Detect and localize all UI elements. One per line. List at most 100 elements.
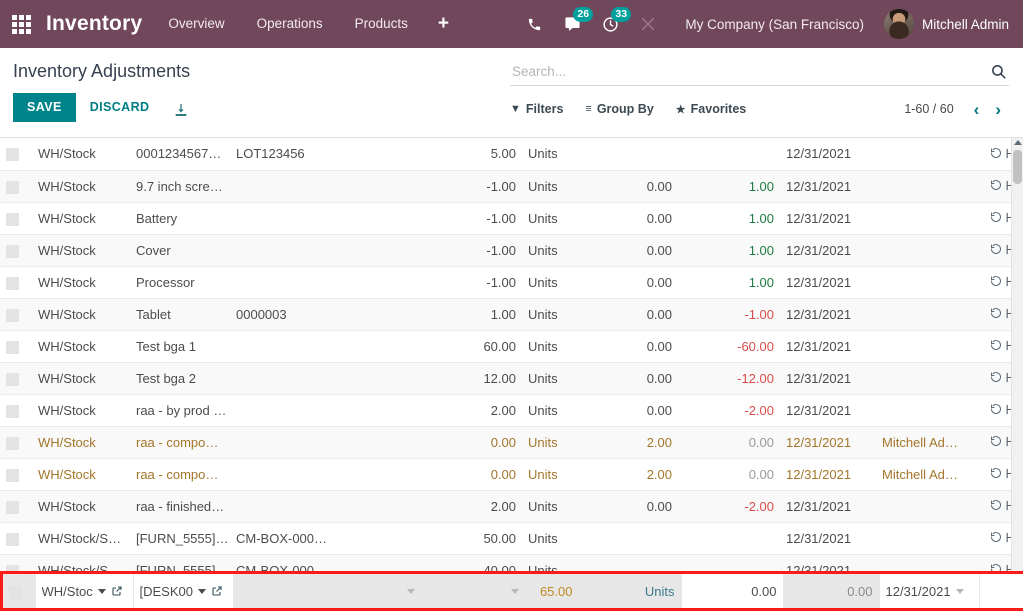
edit-lot-field[interactable] — [233, 574, 421, 608]
row-checkbox[interactable] — [6, 309, 19, 322]
search-bar[interactable] — [510, 58, 1009, 86]
cell-scheduled-date: 12/31/2021 — [780, 170, 876, 202]
user-menu[interactable]: Mitchell Admin — [878, 9, 1011, 39]
row-checkbox-cell — [0, 426, 32, 458]
table-row[interactable]: WH/StockTest bga 160.00Units0.00-60.0012… — [0, 330, 1023, 362]
cell-location: WH/Stock — [32, 266, 130, 298]
row-checkbox[interactable] — [6, 373, 19, 386]
nav-menu-overview[interactable]: Overview — [152, 0, 240, 48]
edit-difference-cell: 0.00 — [783, 574, 879, 608]
table-row[interactable]: WH/Stock/S…[FURN_5555]…CM-BOX-000…50.00U… — [0, 522, 1023, 554]
caret-down-icon[interactable] — [198, 589, 206, 594]
row-checkbox[interactable] — [6, 533, 19, 546]
app-brand-inventory[interactable]: Inventory — [40, 12, 152, 36]
row-checkbox[interactable] — [6, 181, 19, 194]
filters-dropdown[interactable]: ▼ Filters — [510, 102, 585, 116]
edit-product-field[interactable]: [DESK00 — [133, 574, 233, 608]
scroll-up-arrow-icon[interactable] — [1014, 140, 1022, 145]
row-checkbox-cell — [0, 330, 32, 362]
table-row[interactable]: WH/Stockraa - finished…2.00Units0.00-2.0… — [0, 490, 1023, 522]
pager-next-icon[interactable]: › — [987, 101, 1009, 118]
vertical-scrollbar[interactable] — [1011, 138, 1023, 611]
discard-button[interactable]: DISCARD — [76, 93, 164, 122]
table-row[interactable]: WH/Stockraa - by prod …2.00Units0.00-2.0… — [0, 394, 1023, 426]
row-checkbox[interactable] — [6, 213, 19, 226]
cell-product: raa - compo… — [130, 458, 230, 490]
edit-user-field[interactable] — [979, 574, 1023, 608]
cell-difference: -2.00 — [678, 490, 780, 522]
apps-grid-icon[interactable] — [8, 11, 34, 37]
cell-uom: Units — [522, 202, 576, 234]
row-checkbox[interactable] — [9, 586, 22, 599]
row-checkbox[interactable] — [6, 405, 19, 418]
editable-new-row[interactable]: WH/Stoc [DESK00 — [0, 571, 1023, 611]
cell-user: Mitchell Ad… — [876, 458, 976, 490]
cell-user — [876, 170, 976, 202]
activities-clock-icon[interactable]: 33 — [591, 0, 629, 48]
difference-value: 1.00 — [749, 275, 774, 290]
difference-value: -2.00 — [744, 403, 774, 418]
cell-scheduled-date: 12/31/2021 — [780, 490, 876, 522]
cell-lot-serial — [230, 170, 418, 202]
row-checkbox[interactable] — [6, 277, 19, 290]
table-row[interactable]: WH/Stock0001234567…LOT1234565.00Units12/… — [0, 138, 1023, 170]
history-icon — [990, 147, 1002, 159]
cell-counted-quantity — [576, 138, 678, 170]
favorites-dropdown[interactable]: ★ Favorites — [676, 102, 768, 116]
table-row[interactable]: WH/Stockraa - compo…0.00Units2.000.0012/… — [0, 426, 1023, 458]
save-button[interactable]: SAVE — [13, 93, 76, 122]
group-by-dropdown[interactable]: ≡ Group By — [585, 102, 675, 116]
difference-value: 1.00 — [749, 179, 774, 194]
row-checkbox[interactable] — [6, 148, 19, 161]
row-checkbox[interactable] — [6, 245, 19, 258]
wrench-icon[interactable] — [629, 0, 667, 48]
search-input[interactable] — [510, 64, 990, 79]
pager-previous-icon[interactable]: ‹ — [966, 101, 988, 118]
edit-counted-field[interactable]: 0.00 — [681, 574, 783, 608]
nav-add-icon[interactable]: + — [424, 0, 463, 48]
cell-difference: -60.00 — [678, 330, 780, 362]
row-checkbox[interactable] — [6, 501, 19, 514]
star-icon: ★ — [676, 103, 686, 116]
table-row[interactable]: WH/StockCover-1.00Units0.001.0012/31/202… — [0, 234, 1023, 266]
messages-icon[interactable]: 26 — [553, 0, 591, 48]
caret-down-icon[interactable] — [407, 589, 415, 594]
caret-down-icon[interactable] — [511, 589, 519, 594]
import-icon[interactable] — [163, 98, 199, 118]
cell-uom: Units — [522, 266, 576, 298]
external-link-icon[interactable] — [111, 585, 123, 597]
cell-location: WH/Stock — [32, 458, 130, 490]
search-icon[interactable] — [990, 63, 1009, 80]
edit-date-field[interactable]: 12/31/2021 — [879, 574, 979, 608]
caret-down-icon[interactable] — [98, 589, 106, 594]
row-checkbox[interactable] — [6, 469, 19, 482]
cell-product: 0001234567… — [130, 138, 230, 170]
cell-user — [876, 394, 976, 426]
history-icon — [990, 467, 1002, 479]
lines-icon: ≡ — [585, 103, 591, 115]
phone-icon[interactable] — [515, 0, 553, 48]
company-selector[interactable]: My Company (San Francisco) — [667, 17, 878, 32]
cell-location: WH/Stock — [32, 362, 130, 394]
cell-scheduled-date: 12/31/2021 — [780, 266, 876, 298]
cell-lot-serial — [230, 266, 418, 298]
caret-down-icon[interactable] — [956, 589, 964, 594]
scrollbar-thumb[interactable] — [1013, 150, 1022, 184]
row-checkbox[interactable] — [6, 341, 19, 354]
table-row[interactable]: WH/StockTablet00000031.00Units0.00-1.001… — [0, 298, 1023, 330]
cell-scheduled-date: 12/31/2021 — [780, 394, 876, 426]
table-row[interactable]: WH/Stock9.7 inch scre…-1.00Units0.001.00… — [0, 170, 1023, 202]
nav-menu-products[interactable]: Products — [339, 0, 424, 48]
cell-onhand-quantity: 12.00 — [418, 362, 522, 394]
edit-location-field[interactable]: WH/Stoc — [35, 574, 133, 608]
table-row[interactable]: WH/StockTest bga 212.00Units0.00-12.0012… — [0, 362, 1023, 394]
table-row[interactable]: WH/Stockraa - compo…0.00Units2.000.0012/… — [0, 458, 1023, 490]
edit-row-table: WH/Stoc [DESK00 — [3, 574, 1023, 608]
table-row[interactable]: WH/StockProcessor-1.00Units0.001.0012/31… — [0, 266, 1023, 298]
group-by-label: Group By — [597, 102, 654, 116]
external-link-icon[interactable] — [211, 585, 223, 597]
cell-uom: Units — [522, 234, 576, 266]
row-checkbox[interactable] — [6, 437, 19, 450]
table-row[interactable]: WH/StockBattery-1.00Units0.001.0012/31/2… — [0, 202, 1023, 234]
nav-menu-operations[interactable]: Operations — [241, 0, 339, 48]
